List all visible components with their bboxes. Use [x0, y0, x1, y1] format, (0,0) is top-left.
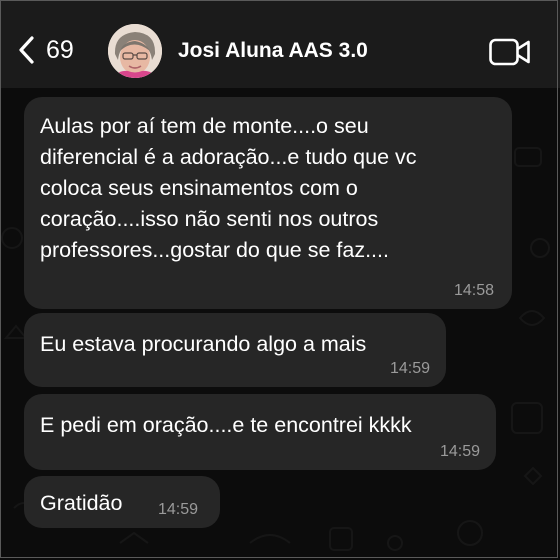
message-bubble[interactable]: Eu estava procurando algo a mais 14:59 [24, 313, 446, 387]
contact-name[interactable]: Josi Aluna AAS 3.0 [178, 40, 368, 61]
back-button[interactable]: 69 [18, 36, 74, 64]
chat-area[interactable]: Aulas por aí tem de monte....o seu difer… [0, 88, 560, 560]
chat-header: 69 Josi Aluna AAS 3.0 [0, 0, 560, 88]
message-text: E pedi em oração....e te encontrei kkkk [40, 413, 412, 437]
message-bubble[interactable]: Aulas por aí tem de monte....o seu difer… [24, 97, 512, 309]
video-call-button[interactable] [489, 38, 531, 71]
profile-photo [108, 24, 162, 78]
message-bubble[interactable]: Gratidão 14:59 [24, 476, 220, 528]
avatar[interactable] [108, 24, 162, 78]
message-text: Aulas por aí tem de monte....o seu difer… [40, 114, 417, 262]
message-bubble[interactable]: E pedi em oração....e te encontrei kkkk … [24, 394, 496, 470]
message-timestamp: 14:59 [158, 501, 199, 518]
video-camera-icon [489, 38, 530, 66]
message-text: Eu estava procurando algo a mais [40, 332, 367, 356]
chevron-left-icon [19, 36, 34, 64]
message-timestamp: 14:58 [453, 282, 494, 299]
message-timestamp: 14:59 [389, 360, 430, 377]
unread-count: 69 [46, 35, 74, 64]
message-timestamp: 14:59 [439, 443, 480, 460]
